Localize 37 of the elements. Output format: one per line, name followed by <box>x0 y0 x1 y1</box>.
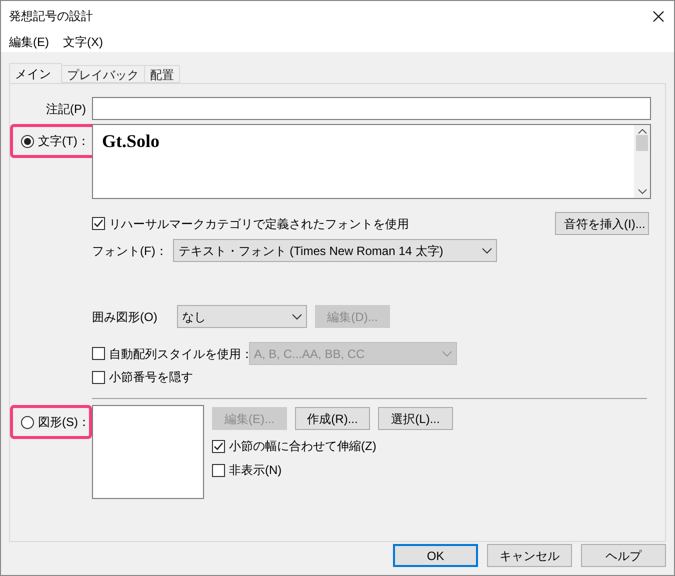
chevron-down-icon <box>442 350 452 356</box>
checkbox[interactable]: 非表示(N) <box>212 461 453 479</box>
menu-item[interactable]: 編集(E) <box>9 32 49 50</box>
scrollbar-thumb[interactable] <box>636 134 648 150</box>
chevron-down-icon[interactable] <box>638 189 646 194</box>
close-icon[interactable] <box>653 10 664 22</box>
text-area[interactable]: Gt.Solo <box>92 124 651 199</box>
window-title: 発想記号の設計 <box>9 8 93 25</box>
scrollbar[interactable] <box>634 125 650 198</box>
chevron-up-icon[interactable] <box>638 129 646 134</box>
field-label: 囲み図形(O) <box>92 308 158 326</box>
checkbox[interactable]: リハーサルマークカテゴリで定義されたフォントを使用 <box>92 214 409 232</box>
checkbox[interactable]: 小節番号を隠す <box>92 368 665 386</box>
dropdown[interactable]: テキスト・フォント (Times New Roman 14 太字) <box>173 239 498 262</box>
dropdown[interactable]: なし <box>177 305 307 328</box>
chevron-down-icon <box>292 314 302 320</box>
dialog-button[interactable]: 音符を挿入(I)... <box>555 212 649 235</box>
checkmark-icon <box>213 440 224 452</box>
dialog-button[interactable]: OK <box>393 544 478 567</box>
dialog-button[interactable]: ヘルプ <box>581 544 666 567</box>
dialog-button[interactable]: 選択(L)... <box>378 407 453 430</box>
checkbox[interactable]: 小節の幅に合わせて伸縮(Z) <box>212 437 453 455</box>
field-label: 注記(P) <box>46 100 86 118</box>
field-label: フォント(F)： <box>92 242 168 260</box>
tab[interactable]: 配置 <box>145 65 180 83</box>
chevron-down-icon <box>482 248 492 254</box>
shape-preview[interactable] <box>92 405 204 499</box>
input-field[interactable] <box>92 97 651 120</box>
dropdown: A, B, C...AA, BB, CC <box>249 342 457 365</box>
dialog-button[interactable]: 作成(R)... <box>295 407 370 430</box>
checkmark-icon <box>93 218 104 229</box>
menu-item[interactable]: 文字(X) <box>63 32 103 50</box>
dialog-button[interactable]: キャンセル <box>487 544 572 567</box>
text-value: Gt.Solo <box>101 130 161 153</box>
tab[interactable]: プレイバック <box>62 65 145 83</box>
tab[interactable]: メイン <box>9 63 62 83</box>
radio-button[interactable]: 文字(T)： <box>21 132 90 150</box>
